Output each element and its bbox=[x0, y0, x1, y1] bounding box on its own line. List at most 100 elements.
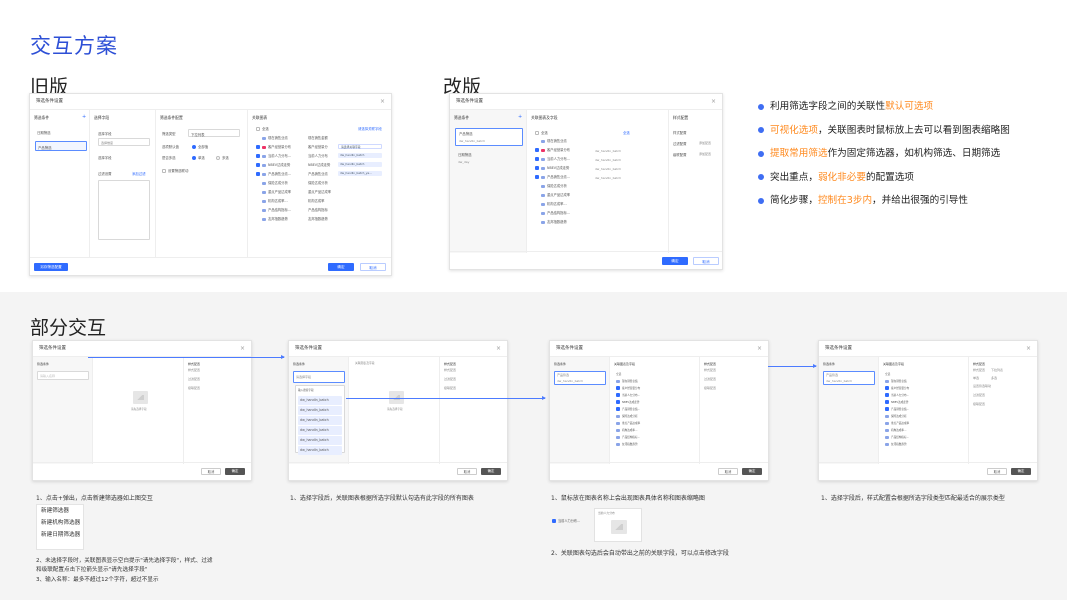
add-filter-icon[interactable]: + bbox=[82, 114, 86, 120]
cancel-button[interactable]: 取消 bbox=[693, 257, 719, 265]
chart-item[interactable]: 产品销售业绩... bbox=[616, 406, 662, 413]
dropdown-option[interactable]: dw_handln_batch bbox=[298, 416, 342, 425]
style-config-row[interactable]: 样式配置 bbox=[188, 368, 200, 372]
single-radio[interactable]: 单选 bbox=[973, 376, 979, 380]
filter-item-selected[interactable]: 产品筛选 dw_handln_batch bbox=[455, 128, 523, 146]
chart-item[interactable]: 现在销售业绩 bbox=[616, 378, 662, 385]
filter-box[interactable] bbox=[98, 180, 150, 240]
close-icon[interactable]: × bbox=[1026, 341, 1031, 357]
chart-item[interactable]: 重点产品达成率 bbox=[885, 420, 931, 427]
chart-item[interactable]: 保险达成分析 bbox=[535, 182, 585, 191]
chart-item[interactable]: 产品结构指标... bbox=[616, 434, 662, 441]
filter-config-row[interactable]: 过滤配置 bbox=[973, 393, 985, 397]
chart-item[interactable]: 产品销售业绩... bbox=[535, 173, 585, 182]
select-all-checkbox[interactable]: 全选 bbox=[616, 371, 662, 378]
close-icon[interactable]: × bbox=[240, 341, 245, 357]
chart-item[interactable]: 保险达成分析 bbox=[885, 413, 931, 420]
chart-item[interactable]: NBEV达成走势 bbox=[616, 399, 662, 406]
assoc-field-tag[interactable]: dw_handln_batch_ya... bbox=[338, 171, 382, 176]
multi-radio[interactable]: 多选 bbox=[216, 155, 229, 160]
field-select[interactable]: 请选择字段 bbox=[293, 371, 345, 383]
assoc-field-select[interactable]: 请选择关联字段 bbox=[338, 144, 382, 149]
dropdown-option[interactable]: dw_handln_batch bbox=[298, 406, 342, 415]
close-icon[interactable]: × bbox=[757, 341, 762, 357]
chart-item[interactable]: 友邦指数趋势 bbox=[616, 441, 662, 448]
dropdown-option[interactable]: dw_handln_batch bbox=[298, 436, 342, 445]
filter-item[interactable]: 日期筛选 bbox=[35, 128, 87, 136]
chart-item[interactable]: 当前人力分布... bbox=[535, 155, 585, 164]
menu-item-new-filter[interactable]: 新建筛选器 bbox=[37, 505, 83, 517]
chart-item[interactable]: 重点产品达成率 bbox=[616, 420, 662, 427]
type-select[interactable]: 下拉列表 bbox=[188, 129, 240, 137]
assoc-field-select[interactable]: dw_handln_batch bbox=[595, 176, 621, 180]
dropdown-search[interactable]: 输入搜索字段 bbox=[298, 387, 342, 395]
assoc-field-tag[interactable]: dw_handln_batch bbox=[338, 153, 382, 158]
cascade-config-row[interactable]: 级联配置 bbox=[704, 386, 716, 390]
close-icon[interactable]: × bbox=[380, 94, 385, 110]
chart-item[interactable]: 当前人力分布... bbox=[256, 152, 300, 161]
confirm-button[interactable]: 确定 bbox=[481, 468, 501, 475]
name-input[interactable]: 请输入名称 bbox=[37, 371, 89, 380]
cancel-button[interactable]: 取消 bbox=[457, 468, 477, 475]
default-radio[interactable]: 全部值 bbox=[192, 144, 208, 149]
chart-item[interactable]: 现在销售业绩 bbox=[535, 137, 585, 146]
chart-item[interactable]: 机构达成率... bbox=[535, 200, 585, 209]
confirm-button[interactable]: 确定 bbox=[225, 468, 245, 475]
chart-item[interactable]: 机构达成率... bbox=[256, 197, 300, 206]
field-select[interactable]: 选择维度 bbox=[98, 138, 150, 146]
cascade-config-row[interactable]: 级联配置 bbox=[444, 386, 456, 390]
chart-item[interactable]: 产品结构指标... bbox=[256, 206, 300, 215]
assoc-field-select[interactable]: dw_handln_batch bbox=[595, 158, 621, 162]
chart-item[interactable]: 友邦指数趋势 bbox=[256, 215, 300, 224]
chart-item[interactable]: 现在销售业绩 bbox=[256, 134, 300, 143]
filter-config-row[interactable]: 过滤配置 bbox=[704, 377, 716, 381]
cancel-button[interactable]: 取消 bbox=[201, 468, 221, 475]
cancel-button[interactable]: 取消 bbox=[718, 468, 738, 475]
chart-item[interactable]: 保险达成分析 bbox=[616, 413, 662, 420]
chart-item[interactable]: 友邦指数趋势 bbox=[535, 218, 585, 227]
chart-item[interactable]: 产品结构指标... bbox=[885, 434, 931, 441]
chart-item[interactable]: 机构达成率... bbox=[616, 427, 662, 434]
close-icon[interactable]: × bbox=[496, 341, 501, 357]
add-filter-link[interactable]: 添加过滤 bbox=[132, 171, 146, 176]
chart-item[interactable]: 友邦指数趋势 bbox=[885, 441, 931, 448]
save-new-config-button[interactable]: 另存筛选配置 bbox=[34, 263, 68, 271]
filter-item-selected[interactable]: 产品筛选 bbox=[35, 141, 87, 151]
assoc-field-select[interactable]: dw_handln_batch bbox=[595, 167, 621, 171]
assoc-link[interactable]: 全选 bbox=[623, 130, 630, 135]
chart-item[interactable]: 当前人力分布... bbox=[616, 392, 662, 399]
menu-item-new-date-filter[interactable]: 新建日期筛选器 bbox=[37, 529, 83, 541]
chart-item[interactable]: 产品销售业绩... bbox=[885, 406, 931, 413]
assoc-field-link[interactable]: 请选择关联字段 bbox=[358, 126, 382, 131]
chart-item[interactable]: 产品销售业绩... bbox=[256, 170, 300, 179]
select-all-checkbox[interactable]: 全选 bbox=[535, 130, 548, 135]
chart-item[interactable]: NBEV达成走势 bbox=[535, 164, 585, 173]
cascade-config-row[interactable]: 级联配置 bbox=[673, 152, 687, 157]
filter-config-row[interactable]: 过滤配置 bbox=[444, 377, 456, 381]
chart-item[interactable]: NBEV达成走势 bbox=[256, 161, 300, 170]
cascade-checkbox[interactable]: 设置筛选联动 bbox=[973, 384, 991, 388]
multi-radio[interactable]: 多选 bbox=[991, 376, 997, 380]
cancel-button[interactable]: 取消 bbox=[987, 468, 1007, 475]
chart-item[interactable]: 产品结构指标... bbox=[535, 209, 585, 218]
chart-item[interactable]: 保险达成分析 bbox=[256, 179, 300, 188]
cascade-config-row[interactable]: 级联配置 bbox=[973, 402, 985, 406]
filter-config-row[interactable]: 过滤配置 bbox=[188, 377, 200, 381]
style-config-row[interactable]: 样式配置 bbox=[704, 368, 716, 372]
field-dropdown[interactable]: 输入搜索字段 dw_handln_batch dw_handln_batch d… bbox=[295, 385, 345, 455]
confirm-button[interactable]: 确定 bbox=[328, 263, 354, 271]
chart-item[interactable]: 现在销售业绩 bbox=[885, 378, 931, 385]
confirm-button[interactable]: 确定 bbox=[1011, 468, 1031, 475]
cascade-config-row[interactable]: 级联配置 bbox=[188, 386, 200, 390]
chart-item[interactable]: 重点产品达成率 bbox=[535, 191, 585, 200]
chart-item[interactable]: 当前人力分布... bbox=[885, 392, 931, 399]
chart-item[interactable]: 客户经营量分布 bbox=[616, 385, 662, 392]
filter-item[interactable]: 日期筛选 dw_day bbox=[455, 150, 523, 168]
cascade-checkbox[interactable]: 设置筛选联动 bbox=[162, 168, 188, 173]
select-all-checkbox[interactable]: 全选 bbox=[256, 126, 269, 131]
chart-item[interactable]: 客户经营量分布 bbox=[256, 143, 300, 152]
single-radio[interactable]: 单选 bbox=[192, 155, 205, 160]
add-filter-icon[interactable]: + bbox=[518, 114, 522, 120]
chart-item[interactable]: 客户经营量分布 bbox=[535, 146, 585, 155]
select-all-checkbox[interactable]: 全选 bbox=[885, 371, 931, 378]
